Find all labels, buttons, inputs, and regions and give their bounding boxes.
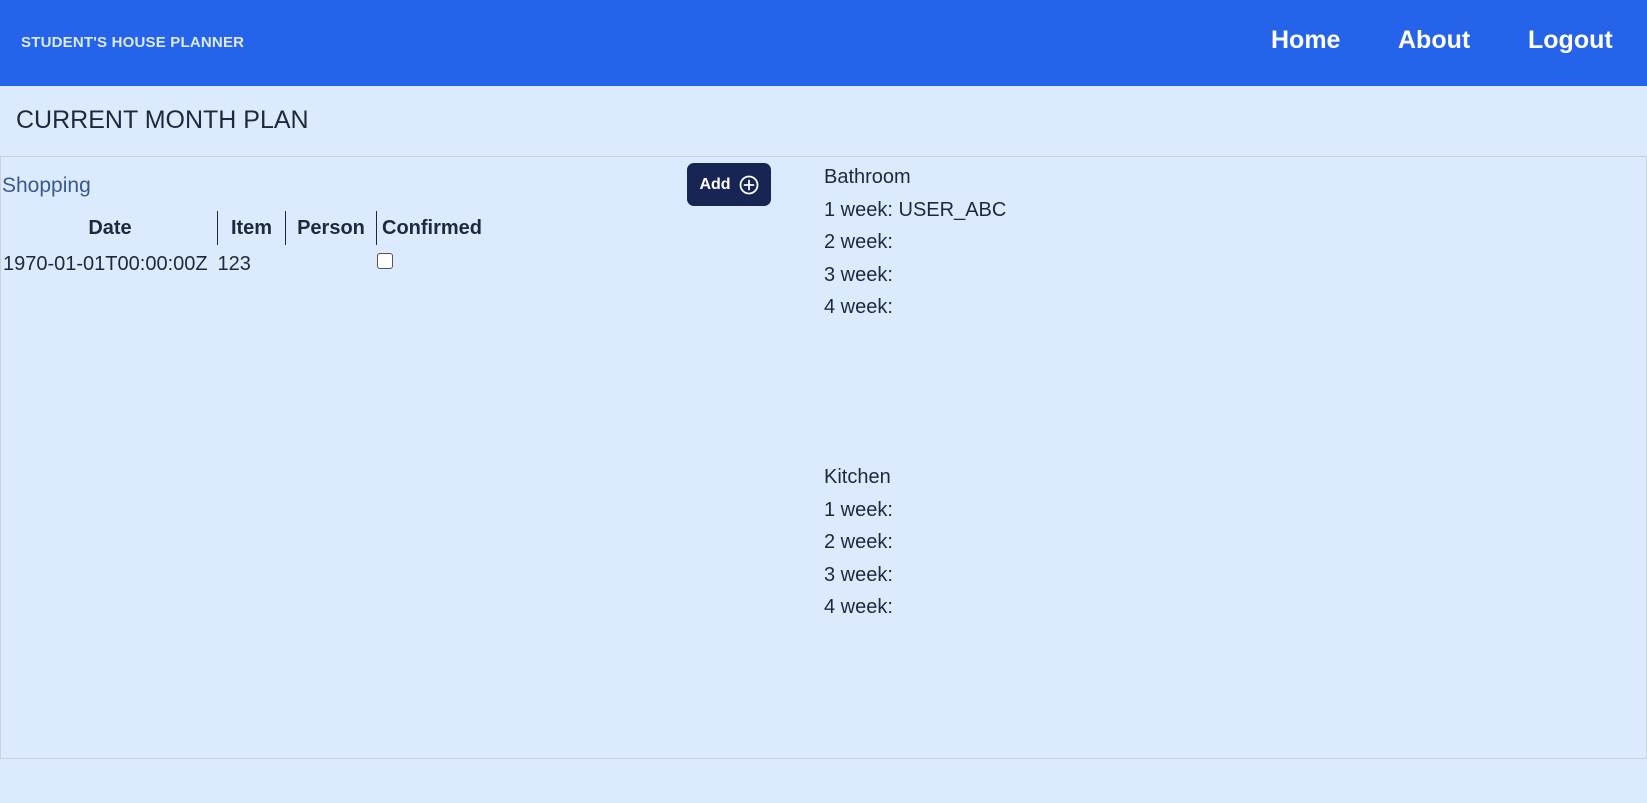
cell-confirmed — [376, 245, 488, 283]
chore-week-row: 4 week: — [824, 291, 1006, 324]
week-label: 4 week: — [824, 296, 893, 318]
column-header-date: Date — [3, 211, 218, 245]
add-button-label: Add — [699, 175, 731, 193]
chore-week-row: 3 week: — [824, 559, 893, 592]
chore-section-bathroom: Bathroom 1 week: USER_ABC 2 week: 3 week… — [824, 161, 1006, 324]
cell-person — [286, 245, 377, 283]
week-label: 2 week: — [824, 231, 893, 253]
nav-home-link[interactable]: Home — [1271, 26, 1340, 55]
column-header-item: Item — [217, 211, 286, 245]
chore-week-row: 4 week: — [824, 591, 893, 624]
chore-room-title: Bathroom — [824, 166, 911, 188]
chore-week-row: 1 week: USER_ABC — [824, 194, 1006, 227]
week-label: 1 week: — [824, 198, 893, 221]
chore-room-title: Kitchen — [824, 466, 891, 488]
add-button[interactable]: Add — [687, 163, 771, 206]
app-brand[interactable]: STUDENT'S HOUSE PLANNER — [21, 34, 244, 51]
week-label: 3 week: — [824, 563, 893, 586]
table-header-row: Date Item Person Confirmed — [3, 211, 487, 245]
cell-date: 1970-01-01T00:00:00Z — [3, 252, 208, 275]
plan-panel: Shopping Add Date Item Person Confirmed … — [0, 156, 1647, 759]
chore-week-row: 2 week: — [824, 226, 1006, 259]
week-label: 4 week: — [824, 596, 893, 618]
shopping-title: Shopping — [2, 174, 91, 197]
week-assignee: USER_ABC — [898, 198, 1007, 221]
week-label: 2 week: — [824, 531, 893, 553]
shopping-table: Date Item Person Confirmed 1970-01-01T00… — [3, 211, 487, 283]
navbar: STUDENT'S HOUSE PLANNER Home About Logou… — [0, 0, 1647, 86]
table-row: 1970-01-01T00:00:00Z 123 — [3, 245, 487, 283]
column-header-confirmed: Confirmed — [382, 216, 482, 239]
plus-circle-icon — [739, 175, 758, 194]
confirmed-checkbox[interactable] — [376, 253, 393, 270]
week-label: 3 week: — [824, 263, 893, 286]
chore-week-row: 2 week: — [824, 526, 893, 559]
page-title: CURRENT MONTH PLAN — [16, 106, 309, 134]
chore-section-kitchen: Kitchen 1 week: 2 week: 3 week: 4 week: — [824, 461, 893, 624]
nav-logout-link[interactable]: Logout — [1528, 26, 1613, 55]
chore-week-row: 3 week: — [824, 259, 1006, 292]
column-header-person: Person — [285, 211, 377, 245]
cell-item: 123 — [217, 252, 251, 275]
week-label: 1 week: — [824, 498, 893, 521]
nav-about-link[interactable]: About — [1398, 26, 1470, 55]
chore-week-row: 1 week: — [824, 494, 893, 527]
